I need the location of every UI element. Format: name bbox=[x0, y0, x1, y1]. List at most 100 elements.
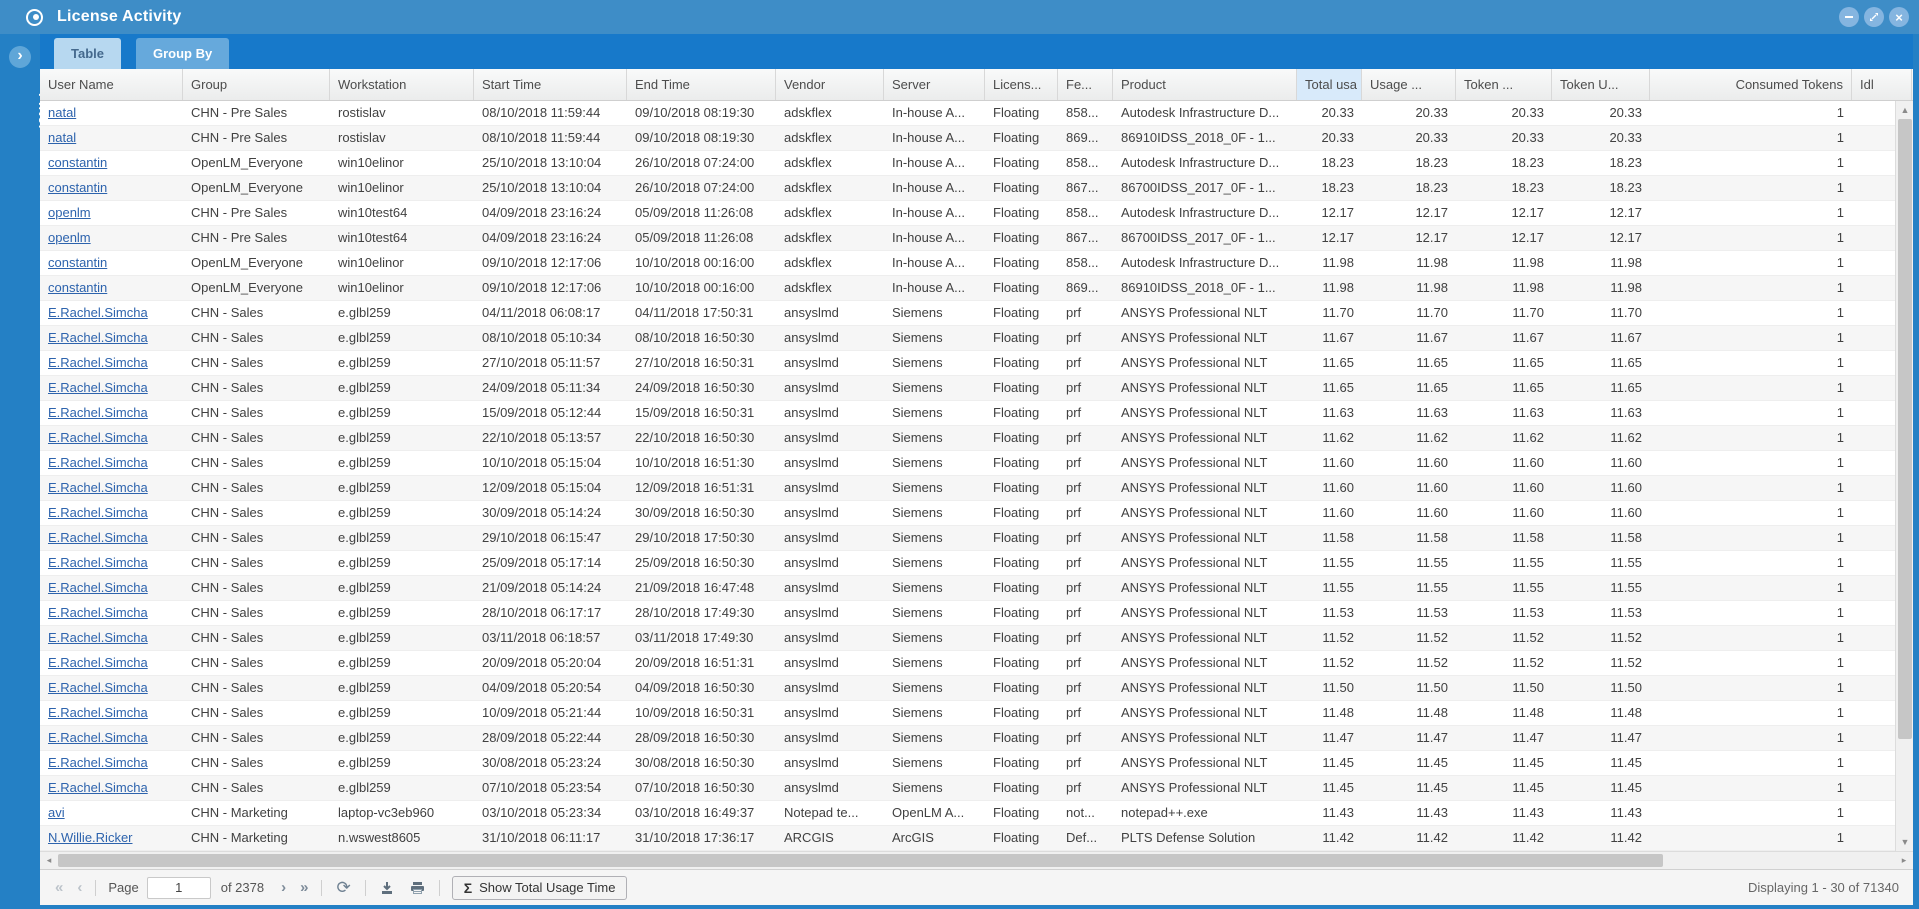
table-row[interactable]: E.Rachel.SimchaCHN - Salese.glbl25925/09… bbox=[40, 551, 1913, 576]
horizontal-scroll-thumb[interactable] bbox=[58, 854, 1663, 867]
table-row[interactable]: E.Rachel.SimchaCHN - Salese.glbl25912/09… bbox=[40, 476, 1913, 501]
next-page-button[interactable]: › bbox=[274, 871, 293, 905]
user-name-link[interactable]: E.Rachel.Simcha bbox=[48, 680, 148, 695]
user-name-link[interactable]: E.Rachel.Simcha bbox=[48, 605, 148, 620]
table-row[interactable]: E.Rachel.SimchaCHN - Salese.glbl25927/10… bbox=[40, 351, 1913, 376]
table-row[interactable]: natalCHN - Pre Salesrostislav08/10/2018 … bbox=[40, 126, 1913, 151]
user-name-link[interactable]: constantin bbox=[48, 280, 107, 295]
table-row[interactable]: constantinOpenLM_Everyonewin10elinor25/1… bbox=[40, 151, 1913, 176]
chevron-right-icon[interactable]: › bbox=[9, 46, 31, 68]
scroll-right-icon[interactable]: ▸ bbox=[1895, 852, 1913, 870]
table-row[interactable]: openlmCHN - Pre Saleswin10test6404/09/20… bbox=[40, 201, 1913, 226]
table-row[interactable]: aviCHN - Marketinglaptop-vc3eb96003/10/2… bbox=[40, 801, 1913, 826]
column-header-usage[interactable]: Usage ... bbox=[1362, 69, 1456, 101]
table-row[interactable]: E.Rachel.SimchaCHN - Salese.glbl25928/09… bbox=[40, 726, 1913, 751]
user-name-link[interactable]: E.Rachel.Simcha bbox=[48, 655, 148, 670]
table-row[interactable]: openlmCHN - Pre Saleswin10test6404/09/20… bbox=[40, 226, 1913, 251]
column-header-idle[interactable]: Idl bbox=[1852, 69, 1912, 101]
column-header-product[interactable]: Product bbox=[1113, 69, 1297, 101]
user-name-link[interactable]: E.Rachel.Simcha bbox=[48, 630, 148, 645]
column-header-total-usage[interactable]: Total usa bbox=[1297, 69, 1362, 101]
table-row[interactable]: E.Rachel.SimchaCHN - Salese.glbl25910/09… bbox=[40, 701, 1913, 726]
tab-table[interactable]: Table bbox=[54, 38, 121, 69]
user-name-link[interactable]: E.Rachel.Simcha bbox=[48, 730, 148, 745]
user-name-link[interactable]: E.Rachel.Simcha bbox=[48, 505, 148, 520]
table-row[interactable]: natalCHN - Pre Salesrostislav08/10/2018 … bbox=[40, 101, 1913, 126]
table-row[interactable]: E.Rachel.SimchaCHN - Salese.glbl25908/10… bbox=[40, 326, 1913, 351]
user-name-link[interactable]: constantin bbox=[48, 180, 107, 195]
table-row[interactable]: E.Rachel.SimchaCHN - Salese.glbl25915/09… bbox=[40, 401, 1913, 426]
vertical-scroll-thumb[interactable] bbox=[1898, 119, 1912, 739]
column-header-consumed[interactable]: Consumed Tokens bbox=[1650, 69, 1852, 101]
scroll-left-icon[interactable]: ◂ bbox=[40, 852, 58, 870]
column-header-group[interactable]: Group bbox=[183, 69, 330, 101]
table-row[interactable]: E.Rachel.SimchaCHN - Salese.glbl25930/08… bbox=[40, 751, 1913, 776]
user-name-link[interactable]: E.Rachel.Simcha bbox=[48, 480, 148, 495]
user-name-link[interactable]: E.Rachel.Simcha bbox=[48, 755, 148, 770]
first-page-button[interactable]: « bbox=[48, 871, 70, 905]
user-name-link[interactable]: constantin bbox=[48, 155, 107, 170]
table-row[interactable]: N.Willie.RickerCHN - Marketingn.wswest86… bbox=[40, 826, 1913, 851]
column-header-token-usage[interactable]: Token U... bbox=[1552, 69, 1650, 101]
show-total-usage-time-button[interactable]: Σ Show Total Usage Time bbox=[452, 876, 628, 900]
user-name-link[interactable]: E.Rachel.Simcha bbox=[48, 780, 148, 795]
scroll-down-icon[interactable]: ▼ bbox=[1896, 833, 1914, 851]
table-row[interactable]: E.Rachel.SimchaCHN - Salese.glbl25904/11… bbox=[40, 301, 1913, 326]
user-name-link[interactable]: constantin bbox=[48, 255, 107, 270]
table-row[interactable]: E.Rachel.SimchaCHN - Salese.glbl25903/11… bbox=[40, 626, 1913, 651]
column-header-server[interactable]: Server bbox=[884, 69, 985, 101]
tab-group-by[interactable]: Group By bbox=[136, 38, 229, 69]
table-row[interactable]: E.Rachel.SimchaCHN - Salese.glbl25929/10… bbox=[40, 526, 1913, 551]
column-header-start-time[interactable]: Start Time bbox=[474, 69, 627, 101]
table-row[interactable]: E.Rachel.SimchaCHN - Salese.glbl25924/09… bbox=[40, 376, 1913, 401]
user-name-link[interactable]: E.Rachel.Simcha bbox=[48, 455, 148, 470]
table-row[interactable]: E.Rachel.SimchaCHN - Salese.glbl25930/09… bbox=[40, 501, 1913, 526]
user-name-link[interactable]: E.Rachel.Simcha bbox=[48, 530, 148, 545]
horizontal-scrollbar[interactable]: ◂ ▸ bbox=[40, 851, 1913, 869]
user-name-link[interactable]: E.Rachel.Simcha bbox=[48, 355, 148, 370]
vertical-scrollbar[interactable]: ▲ ▼ bbox=[1895, 101, 1913, 851]
column-header-user[interactable]: User Name bbox=[40, 69, 183, 101]
restore-button[interactable] bbox=[1864, 7, 1884, 27]
user-name-link[interactable]: openlm bbox=[48, 205, 91, 220]
column-header-token[interactable]: Token ... bbox=[1456, 69, 1552, 101]
prev-page-button[interactable]: ‹ bbox=[70, 871, 89, 905]
table-row[interactable]: E.Rachel.SimchaCHN - Salese.glbl25904/09… bbox=[40, 676, 1913, 701]
column-header-license[interactable]: Licens... bbox=[985, 69, 1058, 101]
column-header-vendor[interactable]: Vendor bbox=[776, 69, 884, 101]
user-name-link[interactable]: openlm bbox=[48, 230, 91, 245]
table-row[interactable]: E.Rachel.SimchaCHN - Salese.glbl25928/10… bbox=[40, 601, 1913, 626]
table-row[interactable]: E.Rachel.SimchaCHN - Salese.glbl25921/09… bbox=[40, 576, 1913, 601]
column-header-end-time[interactable]: End Time bbox=[627, 69, 776, 101]
user-name-link[interactable]: natal bbox=[48, 105, 76, 120]
table-row[interactable]: E.Rachel.SimchaCHN - Salese.glbl25910/10… bbox=[40, 451, 1913, 476]
user-name-link[interactable]: E.Rachel.Simcha bbox=[48, 580, 148, 595]
user-name-link[interactable]: E.Rachel.Simcha bbox=[48, 430, 148, 445]
download-icon[interactable] bbox=[372, 871, 402, 905]
scroll-up-icon[interactable]: ▲ bbox=[1896, 101, 1914, 119]
user-name-link[interactable]: E.Rachel.Simcha bbox=[48, 555, 148, 570]
user-name-link[interactable]: natal bbox=[48, 130, 76, 145]
refresh-icon[interactable]: ⟳ bbox=[328, 871, 358, 905]
user-name-link[interactable]: E.Rachel.Simcha bbox=[48, 705, 148, 720]
table-row[interactable]: E.Rachel.SimchaCHN - Salese.glbl25920/09… bbox=[40, 651, 1913, 676]
table-row[interactable]: E.Rachel.SimchaCHN - Salese.glbl25922/10… bbox=[40, 426, 1913, 451]
page-number-input[interactable] bbox=[147, 877, 211, 899]
close-button[interactable]: × bbox=[1889, 7, 1909, 27]
column-header-workstation[interactable]: Workstation bbox=[330, 69, 474, 101]
minimize-button[interactable] bbox=[1839, 7, 1859, 27]
user-name-link[interactable]: E.Rachel.Simcha bbox=[48, 305, 148, 320]
print-icon[interactable] bbox=[402, 871, 433, 905]
user-name-link[interactable]: E.Rachel.Simcha bbox=[48, 380, 148, 395]
table-row[interactable]: constantinOpenLM_Everyonewin10elinor25/1… bbox=[40, 176, 1913, 201]
table-row[interactable]: constantinOpenLM_Everyonewin10elinor09/1… bbox=[40, 276, 1913, 301]
table-row[interactable]: E.Rachel.SimchaCHN - Salese.glbl25907/10… bbox=[40, 776, 1913, 801]
user-name-link[interactable]: E.Rachel.Simcha bbox=[48, 330, 148, 345]
last-page-button[interactable]: » bbox=[293, 871, 315, 905]
user-name-link[interactable]: E.Rachel.Simcha bbox=[48, 405, 148, 420]
table-row[interactable]: constantinOpenLM_Everyonewin10elinor09/1… bbox=[40, 251, 1913, 276]
cell-product: Autodesk Infrastructure D... bbox=[1113, 251, 1297, 276]
user-name-link[interactable]: N.Willie.Ricker bbox=[48, 830, 133, 845]
column-header-feature[interactable]: Fe... bbox=[1058, 69, 1113, 101]
user-name-link[interactable]: avi bbox=[48, 805, 65, 820]
